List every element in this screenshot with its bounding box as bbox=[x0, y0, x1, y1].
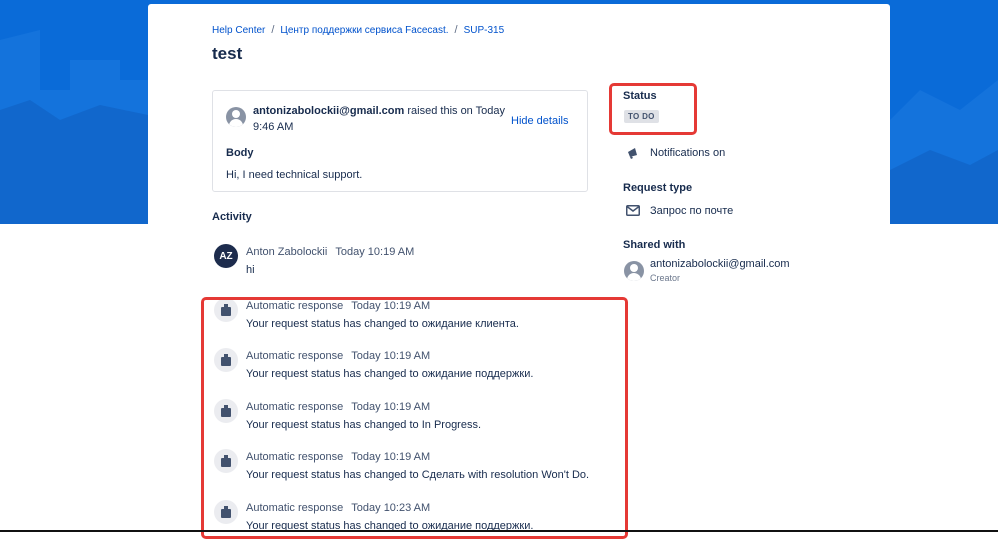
breadcrumb-help-center[interactable]: Help Center bbox=[212, 25, 265, 36]
megaphone-icon bbox=[628, 148, 637, 159]
activity-text: hi bbox=[246, 264, 255, 276]
responses-highlight-box bbox=[201, 297, 628, 539]
breadcrumb-separator: / bbox=[454, 24, 458, 36]
breadcrumb: Help Center / Центр поддержки сервиса Fa… bbox=[212, 24, 504, 36]
request-type-label: Request type bbox=[623, 182, 693, 194]
shared-role: Creator bbox=[650, 273, 681, 283]
activity-label: Activity bbox=[212, 211, 252, 223]
breadcrumb-separator: / bbox=[271, 24, 275, 36]
user-avatar-icon bbox=[624, 261, 644, 281]
avatar: AZ bbox=[214, 244, 238, 268]
shared-with-label: Shared with bbox=[623, 239, 686, 251]
reporter-email: antonizabolockii@gmail.com bbox=[253, 105, 405, 117]
hide-details-link[interactable]: Hide details bbox=[511, 115, 568, 127]
body-label: Body bbox=[226, 147, 254, 159]
breadcrumb-issue[interactable]: SUP-315 bbox=[464, 25, 505, 36]
status-highlight-box bbox=[609, 83, 697, 135]
email-icon bbox=[626, 205, 640, 216]
notifications-toggle[interactable]: Notifications on bbox=[650, 147, 725, 159]
shared-email: antonizabolockii@gmail.com bbox=[650, 258, 790, 270]
breadcrumb-project[interactable]: Центр поддержки сервиса Facecast. bbox=[280, 25, 448, 36]
raised-info: antonizabolockii@gmail.com raised this o… bbox=[253, 103, 509, 135]
activity-header: Anton Zabolockii Today 10:19 AM bbox=[246, 246, 414, 258]
activity-author: Anton Zabolockii bbox=[246, 246, 328, 258]
activity-time: Today 10:19 AM bbox=[335, 246, 415, 258]
user-avatar-icon bbox=[226, 107, 246, 127]
bottom-divider bbox=[0, 530, 998, 532]
body-text: Hi, I need technical support. bbox=[226, 169, 363, 181]
request-type-value: Запрос по почте bbox=[650, 205, 734, 217]
activity-comment: AZ Anton Zabolockii Today 10:19 AM hi bbox=[214, 244, 624, 280]
request-details: antonizabolockii@gmail.com raised this o… bbox=[212, 90, 588, 192]
page-title: test bbox=[212, 44, 243, 63]
